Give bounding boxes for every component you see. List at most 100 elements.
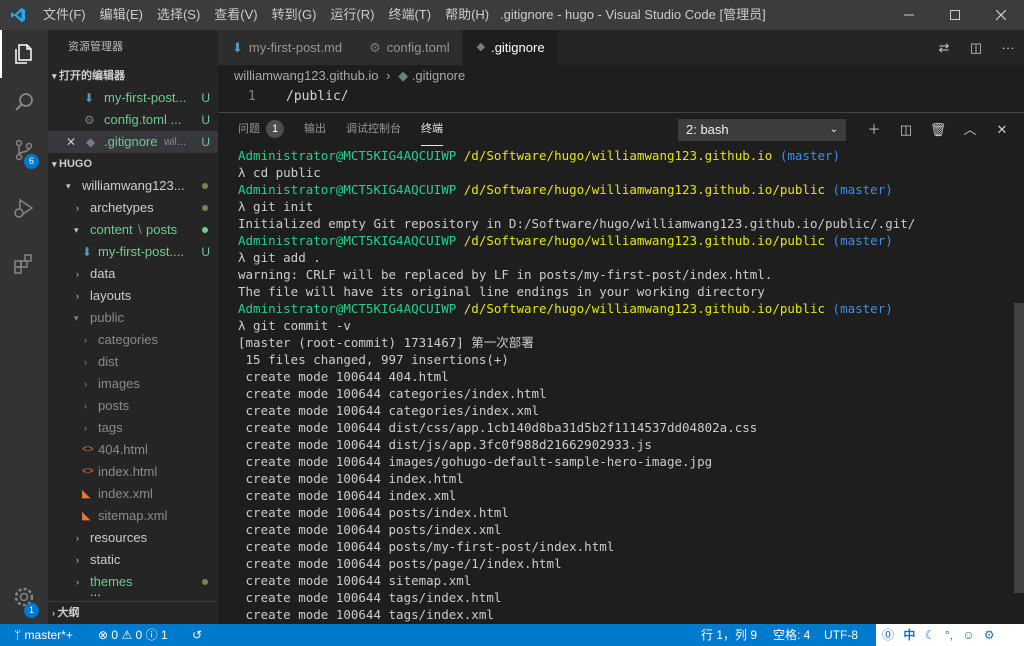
tree-folder[interactable]: › data: [48, 263, 218, 285]
tree-folder[interactable]: › posts: [48, 395, 218, 417]
more-actions-icon[interactable]: ···: [992, 40, 1024, 55]
tree-folder[interactable]: › layouts: [48, 285, 218, 307]
open-editor-item-active[interactable]: ✕ ◆ .gitignore wil... U: [48, 131, 218, 153]
cursor-position[interactable]: 行 1，列 9: [701, 624, 757, 646]
tree-folder[interactable]: › resources: [48, 527, 218, 549]
tree-file[interactable]: ◣ index.xml: [48, 483, 218, 505]
encoding[interactable]: UTF-8: [824, 624, 858, 646]
tab-problems[interactable]: 问题 1: [238, 113, 284, 146]
menu-file[interactable]: 文件(F): [36, 0, 93, 30]
explorer-icon[interactable]: [0, 30, 48, 78]
tree-label: data: [90, 266, 116, 281]
ime-mode-icon[interactable]: ⓪: [882, 628, 894, 642]
gitignore-file-icon: ◆: [398, 68, 409, 83]
tree-label: posts: [146, 222, 178, 237]
terminal-select[interactable]: 2: bash ⌄: [678, 119, 846, 141]
search-icon[interactable]: [0, 78, 48, 126]
extensions-icon[interactable]: [0, 240, 48, 288]
tree-folder[interactable]: › themes: [48, 571, 218, 593]
menu-bar: 文件(F) 编辑(E) 选择(S) 查看(V) 转到(G) 运行(R) 终端(T…: [36, 0, 496, 30]
settings-icon[interactable]: ⚙: [984, 628, 995, 642]
run-debug-icon[interactable]: [0, 184, 48, 232]
tree-folder[interactable]: › dist: [48, 351, 218, 373]
tree-folder-partial[interactable]: ...: [48, 593, 218, 601]
ime-language[interactable]: 中: [903, 628, 915, 642]
ime-toolbar: ⓪ 中 ☾ °, ☺ ⚙: [876, 624, 1024, 646]
problems-status[interactable]: ⊗ 0 ⚠ 0 ⓘ 1: [98, 624, 168, 646]
tree-label: 404.html: [98, 442, 148, 457]
breadcrumb-folder[interactable]: williamwang123.github.io: [234, 68, 379, 83]
line-number: 1: [248, 89, 256, 104]
tree-folder[interactable]: › categories: [48, 329, 218, 351]
terminal-output-line: create mode 100644 posts/my-first-post/i…: [238, 539, 615, 554]
minimize-button[interactable]: [886, 0, 932, 30]
breadcrumb: williamwang123.github.io › ◆ .gitignore: [218, 65, 1024, 87]
close-window-button[interactable]: [978, 0, 1024, 30]
tab-terminal[interactable]: 终端: [421, 113, 443, 146]
editor-tabs: ⬇ my-first-post.md ⚙ config.toml ◆ .giti…: [218, 30, 1024, 65]
terminal-output[interactable]: Administrator@MCT5KIG4AQCUIWP /d/Softwar…: [238, 147, 1008, 623]
maximize-panel-chevron-up-icon[interactable]: ︿: [954, 119, 986, 141]
branch-status[interactable]: ᛘ master*+: [14, 624, 73, 646]
terminal-output-line: λ git add .: [238, 250, 321, 265]
manage-gear-icon[interactable]: 1: [0, 573, 48, 621]
tree-folder[interactable]: ▾ williamwang123...: [48, 175, 218, 197]
split-editor-icon[interactable]: ◫: [960, 40, 992, 56]
code-line[interactable]: /public/: [286, 87, 349, 107]
tab-debug-console[interactable]: 调试控制台: [346, 113, 401, 146]
tree-folder[interactable]: ▾ public: [48, 307, 218, 329]
menu-run[interactable]: 运行(R): [323, 0, 381, 30]
split-terminal-icon[interactable]: ◫: [890, 119, 922, 141]
tab-config-toml[interactable]: ⚙ config.toml: [355, 30, 463, 65]
history-icon[interactable]: ↺: [192, 624, 202, 646]
kill-terminal-trash-icon[interactable]: 🗑: [922, 119, 954, 141]
tree-file[interactable]: <> index.html: [48, 461, 218, 483]
close-panel-icon[interactable]: ✕: [986, 119, 1018, 141]
menu-edit[interactable]: 编辑(E): [93, 0, 150, 30]
terminal-output-line: λ git commit -v: [238, 318, 351, 333]
git-modified-dot: [202, 205, 208, 211]
moon-icon[interactable]: ☾: [925, 628, 936, 642]
close-icon[interactable]: ✕: [66, 131, 76, 153]
html-file-icon: <>: [82, 466, 94, 477]
indentation[interactable]: 空格: 4: [773, 624, 810, 646]
maximize-button[interactable]: [932, 0, 978, 30]
tree-folder[interactable]: › archetypes: [48, 197, 218, 219]
hugo-folder-header[interactable]: ▾ HUGO: [48, 153, 218, 175]
tab-label: .gitignore: [491, 40, 545, 55]
punctuation-icon[interactable]: °,: [945, 628, 953, 642]
hugo-folder-label: HUGO: [59, 158, 93, 170]
tree-folder[interactable]: › images: [48, 373, 218, 395]
tree-file[interactable]: ◣ sitemap.xml: [48, 505, 218, 527]
outline-header[interactable]: › 大纲: [48, 601, 218, 623]
tab-label: config.toml: [386, 40, 450, 55]
new-terminal-icon[interactable]: ＋: [858, 119, 890, 141]
tree-folder[interactable]: › tags: [48, 417, 218, 439]
tree-label: archetypes: [90, 200, 154, 215]
terminal-output-line: λ git init: [238, 199, 314, 214]
breadcrumb-file[interactable]: .gitignore: [412, 68, 465, 83]
tree-file[interactable]: <> 404.html: [48, 439, 218, 461]
tree-folder[interactable]: › static: [48, 549, 218, 571]
terminal-scrollbar[interactable]: [1014, 303, 1024, 593]
menu-go[interactable]: 转到(G): [265, 0, 324, 30]
open-editor-item[interactable]: ⚙ config.toml ... U: [48, 109, 218, 131]
warning-icon: ⚠: [121, 628, 133, 642]
tab-gitignore[interactable]: ◆ .gitignore: [462, 30, 558, 65]
tab-output[interactable]: 输出: [304, 113, 326, 146]
title-bar: 文件(F) 编辑(E) 选择(S) 查看(V) 转到(G) 运行(R) 终端(T…: [0, 0, 1024, 30]
menu-help[interactable]: 帮助(H): [438, 0, 496, 30]
open-changes-icon[interactable]: ⇄: [928, 40, 960, 56]
menu-terminal[interactable]: 终端(T): [381, 0, 438, 30]
emoji-icon[interactable]: ☺: [962, 628, 974, 642]
code-editor[interactable]: 1 /public/: [218, 87, 1024, 107]
menu-view[interactable]: 查看(V): [207, 0, 264, 30]
tab-my-first-post[interactable]: ⬇ my-first-post.md: [218, 30, 356, 65]
settings-badge: 1: [24, 603, 39, 618]
source-control-icon[interactable]: 6: [0, 126, 48, 174]
menu-selection[interactable]: 选择(S): [150, 0, 207, 30]
tree-file[interactable]: ⬇ my-first-post.... U: [48, 241, 218, 263]
open-editors-header[interactable]: ▾ 打开的编辑器: [48, 65, 218, 87]
tree-folder[interactable]: ▾ content \ posts: [48, 219, 218, 241]
open-editor-item[interactable]: ⬇ my-first-post... U: [48, 87, 218, 109]
